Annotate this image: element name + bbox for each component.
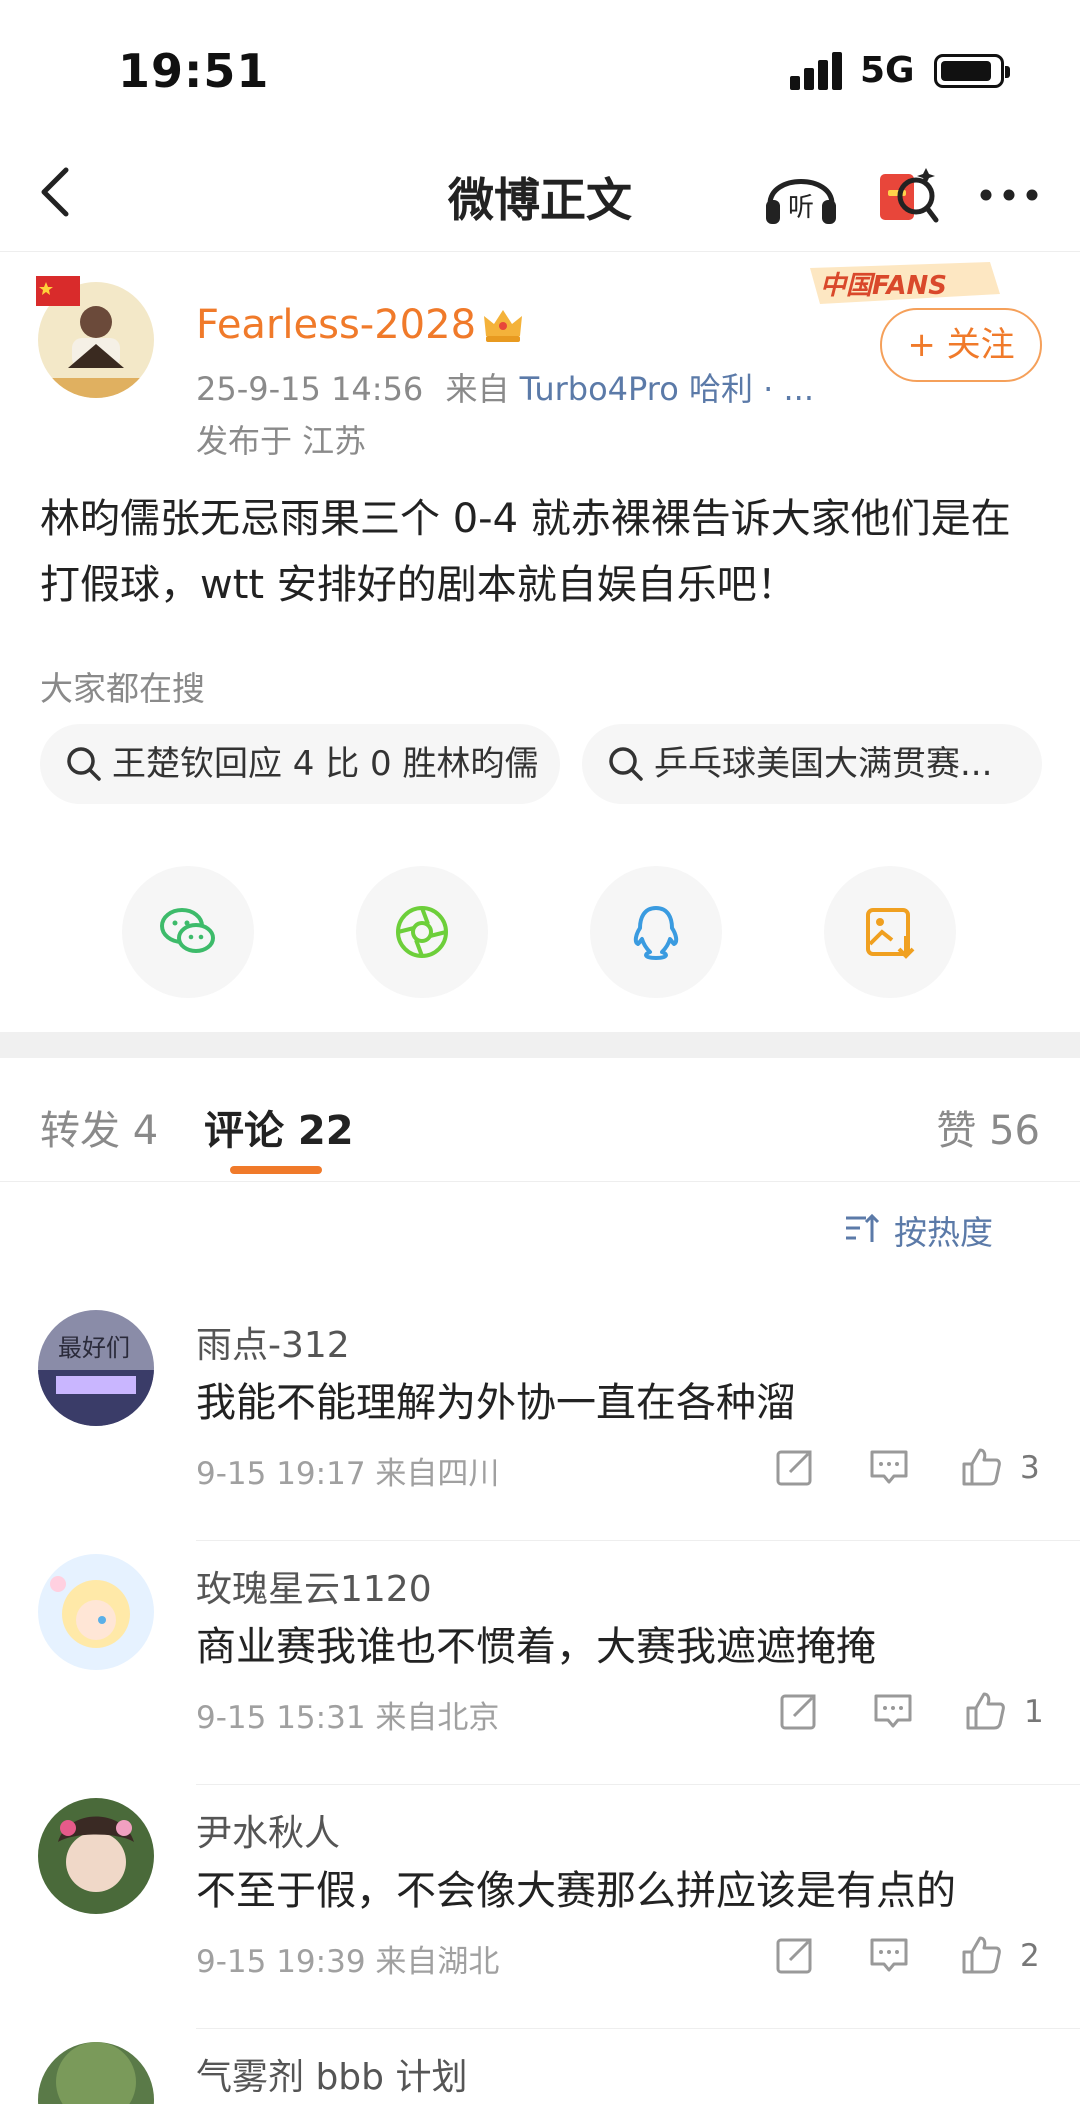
comment-item: 最好们 雨点-312 我能不能理解为外协一直在各种溜 9-15 19:17 来自… (0, 1300, 1080, 1544)
comment-text: 不至于假，不会像大赛那么拼应该是有点的 (196, 1868, 956, 1914)
post-timestamp: 25-9-15 14:56 (196, 370, 424, 408)
comment-item: 气雾剂 bbb 计划 (0, 2032, 1080, 2104)
network-type: 5G (860, 50, 915, 91)
reply-icon[interactable] (868, 1446, 910, 1488)
commenter-name[interactable]: 尹水秋人 (196, 1804, 340, 1856)
comment-divider (196, 1784, 1080, 1785)
active-tab-indicator (230, 1166, 322, 1174)
author-name[interactable]: Fearless-2028 (196, 302, 476, 348)
hot-search-label: 大家都在搜 (40, 669, 205, 708)
sort-by-hot-button[interactable]: 按热度 (846, 1206, 993, 1254)
signal-icon (790, 52, 846, 90)
share-icon[interactable] (774, 1446, 816, 1488)
svg-text:听: 听 (788, 193, 814, 223)
interaction-tabs: 转发 4 评论 22 赞 56 (0, 1058, 1080, 1182)
post-location: 发布于 江苏 (196, 422, 367, 460)
post-body: 林昀儒张无忌雨果三个 0-4 就赤裸裸告诉大家他们是在打假球，wtt 安排好的剧… (40, 496, 1011, 608)
commenter-avatar[interactable] (38, 2042, 154, 2104)
svg-text:最好们: 最好们 (58, 1334, 130, 1362)
crown-icon (484, 310, 522, 342)
more-icon[interactable] (976, 170, 1042, 220)
commenter-name[interactable]: 雨点-312 (196, 1316, 350, 1368)
reply-icon[interactable] (868, 1934, 910, 1976)
reply-icon[interactable] (872, 1690, 914, 1732)
post-source[interactable]: Turbo4Pro 哈利 · ... (520, 370, 814, 408)
save-image-button[interactable] (824, 866, 956, 998)
tab-comments[interactable]: 评论 22 (204, 1098, 354, 1156)
post-meta: 25-9-15 14:56 来自 Turbo4Pro 哈利 · ... (196, 364, 814, 410)
china-flag-icon (36, 276, 80, 306)
commenter-avatar[interactable]: 最好们 (38, 1310, 154, 1426)
sort-icon (846, 1213, 880, 1242)
like-icon[interactable] (964, 1690, 1006, 1732)
like-count: 2 (1020, 1938, 1040, 1974)
save-image-icon (866, 908, 915, 959)
qq-icon (633, 906, 679, 960)
nav-bar: 微博正文 听 (0, 140, 1080, 252)
comment-text: 商业赛我谁也不惯着，大赛我遮遮掩掩 (196, 1624, 876, 1670)
comment-divider (196, 1540, 1080, 1541)
like-count: 3 (1020, 1450, 1040, 1486)
share-icon[interactable] (778, 1690, 820, 1732)
commenter-name[interactable]: 玫瑰星云1120 (196, 1560, 432, 1612)
source-prefix: 来自 (445, 370, 510, 408)
commenter-avatar[interactable] (38, 1798, 154, 1914)
like-icon[interactable] (960, 1446, 1002, 1488)
comment-meta: 9-15 15:31 来自北京 (196, 1700, 500, 1736)
comment-text: 我能不能理解为外协一直在各种溜 (196, 1380, 796, 1426)
hot-search-chip[interactable]: 王楚钦回应 4 比 0 胜林昀儒 (40, 724, 560, 804)
share-wechat-button[interactable] (122, 866, 254, 998)
chip-label: 乒乓球美国大满贯赛... (654, 744, 993, 784)
comment-meta: 9-15 19:39 来自湖北 (196, 1944, 500, 1980)
status-time: 19:51 (118, 44, 270, 98)
red-packet-search-icon[interactable] (874, 160, 940, 230)
hot-search-chip[interactable]: 乒乓球美国大满贯赛... (582, 724, 1042, 804)
section-divider (0, 1032, 1080, 1058)
tab-likes[interactable]: 赞 56 (936, 1098, 1040, 1156)
share-qq-button[interactable] (590, 866, 722, 998)
chip-label: 王楚钦回应 4 比 0 胜林昀儒 (112, 744, 539, 784)
comment-divider (196, 2028, 1080, 2029)
listen-icon[interactable]: 听 (762, 160, 840, 230)
follow-button[interactable]: + 关注 (880, 308, 1042, 382)
like-count: 1 (1024, 1694, 1044, 1730)
comment-item: 玫瑰星云1120 商业赛我谁也不惯着，大赛我遮遮掩掩 9-15 15:31 来自… (0, 1544, 1080, 1788)
tab-repost[interactable]: 转发 4 (40, 1098, 158, 1156)
sort-label: 按热度 (894, 1213, 993, 1252)
wechat-icon (160, 908, 215, 953)
commenter-avatar[interactable] (38, 1554, 154, 1670)
search-icon (67, 747, 101, 781)
share-icon[interactable] (774, 1934, 816, 1976)
search-icon (609, 747, 643, 781)
battery-icon (934, 54, 1010, 88)
moments-icon (396, 906, 448, 958)
status-bar: 19:51 5G (0, 0, 1080, 140)
comment-item: 尹水秋人 不至于假，不会像大赛那么拼应该是有点的 9-15 19:39 来自湖北… (0, 1788, 1080, 2032)
fans-badge-text: 中国FANS (820, 271, 947, 301)
share-moments-button[interactable] (356, 866, 488, 998)
comment-meta: 9-15 19:17 来自四川 (196, 1456, 500, 1492)
like-icon[interactable] (960, 1934, 1002, 1976)
commenter-name[interactable]: 气雾剂 bbb 计划 (196, 2048, 467, 2100)
